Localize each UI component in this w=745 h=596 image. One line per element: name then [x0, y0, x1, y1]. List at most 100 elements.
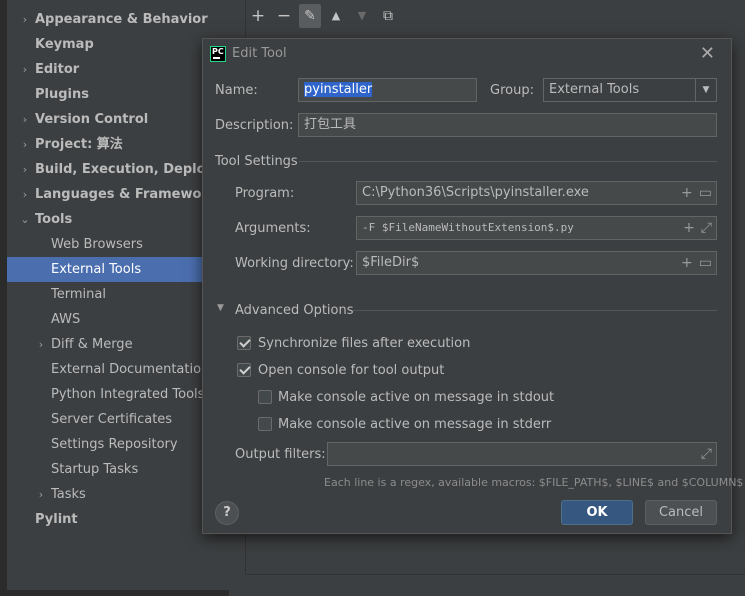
- name-value: pyinstaller: [304, 82, 373, 97]
- sidebar-item-label: Tools: [35, 212, 73, 227]
- sidebar-item[interactable]: Keymap: [7, 32, 229, 57]
- collapse-arrow-icon[interactable]: ▼: [217, 303, 224, 313]
- sidebar-item[interactable]: Startup Tasks: [7, 457, 229, 482]
- sidebar-item[interactable]: › Editor: [7, 57, 229, 82]
- console-stderr-label: Make console active on message in stderr: [278, 417, 552, 432]
- output-filters-label: Output filters:: [235, 447, 326, 462]
- dialog-title: Edit Tool: [232, 46, 287, 61]
- sidebar-item-label: Version Control: [35, 112, 149, 127]
- arguments-field[interactable]: -F $FileNameWithoutExtension$.py + ⤢: [356, 216, 717, 240]
- editor-edge: [0, 0, 7, 596]
- pycharm-logo-icon: PC: [210, 46, 226, 62]
- console-stderr-checkbox[interactable]: [258, 417, 272, 431]
- group-value: External Tools: [549, 82, 640, 97]
- close-icon[interactable]: ✕: [700, 43, 715, 64]
- chevron-right-icon[interactable]: ›: [19, 182, 31, 207]
- working-directory-field[interactable]: $FileDir$ + ▭: [356, 251, 717, 275]
- chevron-right-icon[interactable]: ›: [19, 132, 31, 157]
- name-label: Name:: [215, 83, 258, 98]
- sidebar-item[interactable]: › Version Control: [7, 107, 229, 132]
- sidebar-item[interactable]: ⌄ Tools: [7, 207, 229, 232]
- sidebar-item-label: Plugins: [35, 87, 89, 102]
- chevron-right-icon[interactable]: ›: [19, 57, 31, 82]
- sidebar-item[interactable]: Web Browsers: [7, 232, 229, 257]
- working-directory-value: $FileDir$: [362, 255, 420, 270]
- sidebar-item-label: Python Integrated Tools: [51, 387, 205, 402]
- open-console-label: Open console for tool output: [258, 363, 445, 378]
- help-button[interactable]: ?: [215, 501, 239, 525]
- description-label: Description:: [215, 118, 294, 133]
- chevron-right-icon[interactable]: ›: [35, 482, 47, 507]
- insert-macro-icon[interactable]: +: [683, 220, 695, 236]
- folder-icon[interactable]: ▭: [699, 255, 712, 271]
- sidebar-item[interactable]: Pylint: [7, 507, 229, 532]
- sidebar-item[interactable]: External Documentation: [7, 357, 229, 382]
- sidebar-item-label: Pylint: [35, 512, 78, 527]
- program-field[interactable]: C:\Python36\Scripts\pyinstaller.exe + ▭: [356, 181, 717, 205]
- sidebar-item[interactable]: External Tools: [7, 257, 229, 282]
- sidebar-item[interactable]: › Appearance & Behavior: [7, 7, 229, 32]
- chevron-right-icon[interactable]: ›: [19, 157, 31, 182]
- dialog-titlebar: PC Edit Tool ✕: [203, 39, 731, 69]
- arguments-value: -F $FileNameWithoutExtension$.py: [362, 221, 574, 234]
- sidebar-item[interactable]: › Tasks: [7, 482, 229, 507]
- sync-files-checkbox[interactable]: [237, 336, 251, 350]
- move-down-button[interactable]: ▼: [351, 4, 373, 28]
- console-stdout-checkbox[interactable]: [258, 390, 272, 404]
- insert-macro-icon[interactable]: +: [681, 185, 693, 201]
- chevron-down-icon[interactable]: ▼: [695, 79, 716, 101]
- advanced-options-separator: [353, 310, 717, 311]
- output-filters-hint: Each line is a regex, available macros: …: [324, 476, 744, 489]
- group-combobox[interactable]: External Tools ▼: [543, 78, 717, 102]
- chevron-right-icon[interactable]: ›: [19, 7, 31, 32]
- program-value: C:\Python36\Scripts\pyinstaller.exe: [362, 185, 589, 200]
- sidebar-item[interactable]: Terminal: [7, 282, 229, 307]
- sidebar-item[interactable]: Python Integrated Tools: [7, 382, 229, 407]
- arguments-label: Arguments:: [235, 221, 311, 236]
- program-label: Program:: [235, 186, 295, 201]
- move-up-button[interactable]: ▲: [325, 4, 347, 28]
- sidebar-item[interactable]: Settings Repository: [7, 432, 229, 457]
- sidebar-item-label: Build, Execution, Deployme: [35, 162, 229, 177]
- description-field[interactable]: 打包工具: [298, 113, 717, 137]
- output-filters-field[interactable]: ⤢: [327, 442, 717, 466]
- insert-macro-icon[interactable]: +: [681, 255, 693, 271]
- expand-icon[interactable]: ⤢: [701, 446, 712, 462]
- sidebar-item-label: Tasks: [51, 487, 86, 502]
- name-field[interactable]: pyinstaller: [298, 78, 477, 102]
- open-console-checkbox[interactable]: [237, 363, 251, 377]
- sidebar-item-label: Web Browsers: [51, 237, 143, 252]
- sidebar-item[interactable]: › Diff & Merge: [7, 332, 229, 357]
- sidebar-item-label: Project: 算法: [35, 137, 123, 152]
- chevron-right-icon[interactable]: ›: [19, 107, 31, 132]
- chevron-down-icon[interactable]: ⌄: [19, 207, 31, 232]
- working-directory-label: Working directory:: [235, 256, 354, 271]
- sidebar-item[interactable]: Plugins: [7, 82, 229, 107]
- logo-text: PC: [212, 47, 224, 56]
- copy-tool-button[interactable]: ⧉: [377, 4, 399, 28]
- chevron-right-icon[interactable]: ›: [35, 332, 47, 357]
- tool-settings-heading: Tool Settings: [215, 154, 298, 169]
- sidebar-item-label: External Tools: [51, 262, 142, 277]
- sidebar-item-label: Editor: [35, 62, 80, 77]
- cancel-button[interactable]: Cancel: [645, 500, 717, 525]
- edit-tool-button[interactable]: ✎: [299, 4, 321, 28]
- sidebar-item[interactable]: › Build, Execution, Deployme: [7, 157, 229, 182]
- edit-tool-dialog: PC Edit Tool ✕ Name: pyinstaller Group: …: [202, 38, 743, 534]
- sidebar-item[interactable]: › Project: 算法: [7, 132, 229, 157]
- sync-files-label: Synchronize files after execution: [258, 336, 471, 351]
- advanced-options-heading[interactable]: Advanced Options: [235, 303, 354, 318]
- sidebar-item-label: Server Certificates: [51, 412, 173, 427]
- sidebar-item[interactable]: AWS: [7, 307, 229, 332]
- sidebar-item[interactable]: › Languages & Frameworks: [7, 182, 229, 207]
- folder-icon[interactable]: ▭: [699, 185, 712, 201]
- expand-icon[interactable]: ⤢: [701, 220, 712, 236]
- sidebar-item-label: Languages & Frameworks: [35, 187, 225, 202]
- add-tool-button[interactable]: +: [247, 4, 269, 28]
- remove-tool-button[interactable]: −: [273, 4, 295, 28]
- sidebar-item-label: Diff & Merge: [51, 337, 133, 352]
- sidebar-item-label: AWS: [51, 312, 81, 327]
- ok-button[interactable]: OK: [561, 500, 633, 525]
- console-stdout-label: Make console active on message in stdout: [278, 390, 555, 405]
- sidebar-item[interactable]: Server Certificates: [7, 407, 229, 432]
